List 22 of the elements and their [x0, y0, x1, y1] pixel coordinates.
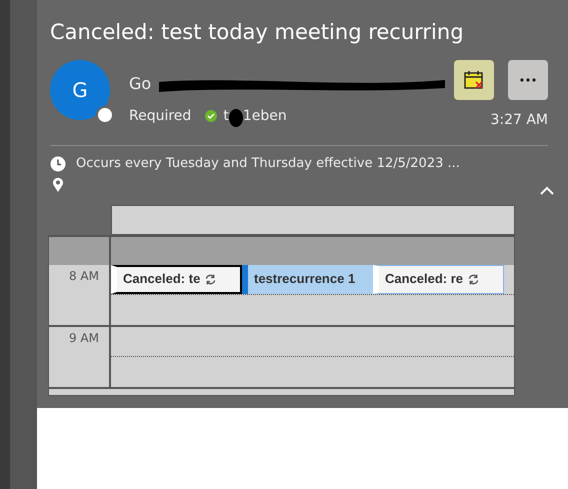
calendar-event[interactable]: Canceled: te	[111, 264, 242, 294]
location-pin-icon	[52, 177, 64, 193]
sender-name: Go	[129, 74, 152, 94]
recurrence-text: Occurs every Tuesday and Thursday effective 12/5/2023 ...	[76, 155, 460, 173]
collapse-icon[interactable]	[540, 186, 554, 194]
hour-label: 9 AM	[68, 330, 99, 346]
attendee-name-start: t	[223, 106, 229, 126]
redaction-blot	[228, 108, 244, 128]
presence-icon	[96, 106, 114, 124]
calendar-event[interactable]: testrecurrence 1	[242, 264, 373, 294]
calendar-delete-icon	[463, 69, 485, 91]
more-icon	[520, 78, 536, 82]
message-title: Canceled: test today meeting recurring	[50, 19, 465, 46]
attendee-role: Required	[129, 106, 192, 126]
clock-icon	[50, 156, 66, 172]
sent-time: 3:27 AM	[490, 111, 548, 130]
calendar-event[interactable]: Canceled: re	[373, 264, 504, 294]
calendar-cancel-button[interactable]	[454, 60, 494, 100]
avatar: G	[50, 60, 110, 120]
more-button[interactable]	[508, 60, 548, 100]
hour-label: 8 AM	[68, 268, 99, 284]
attendee-name-end: 1eben	[242, 106, 287, 126]
